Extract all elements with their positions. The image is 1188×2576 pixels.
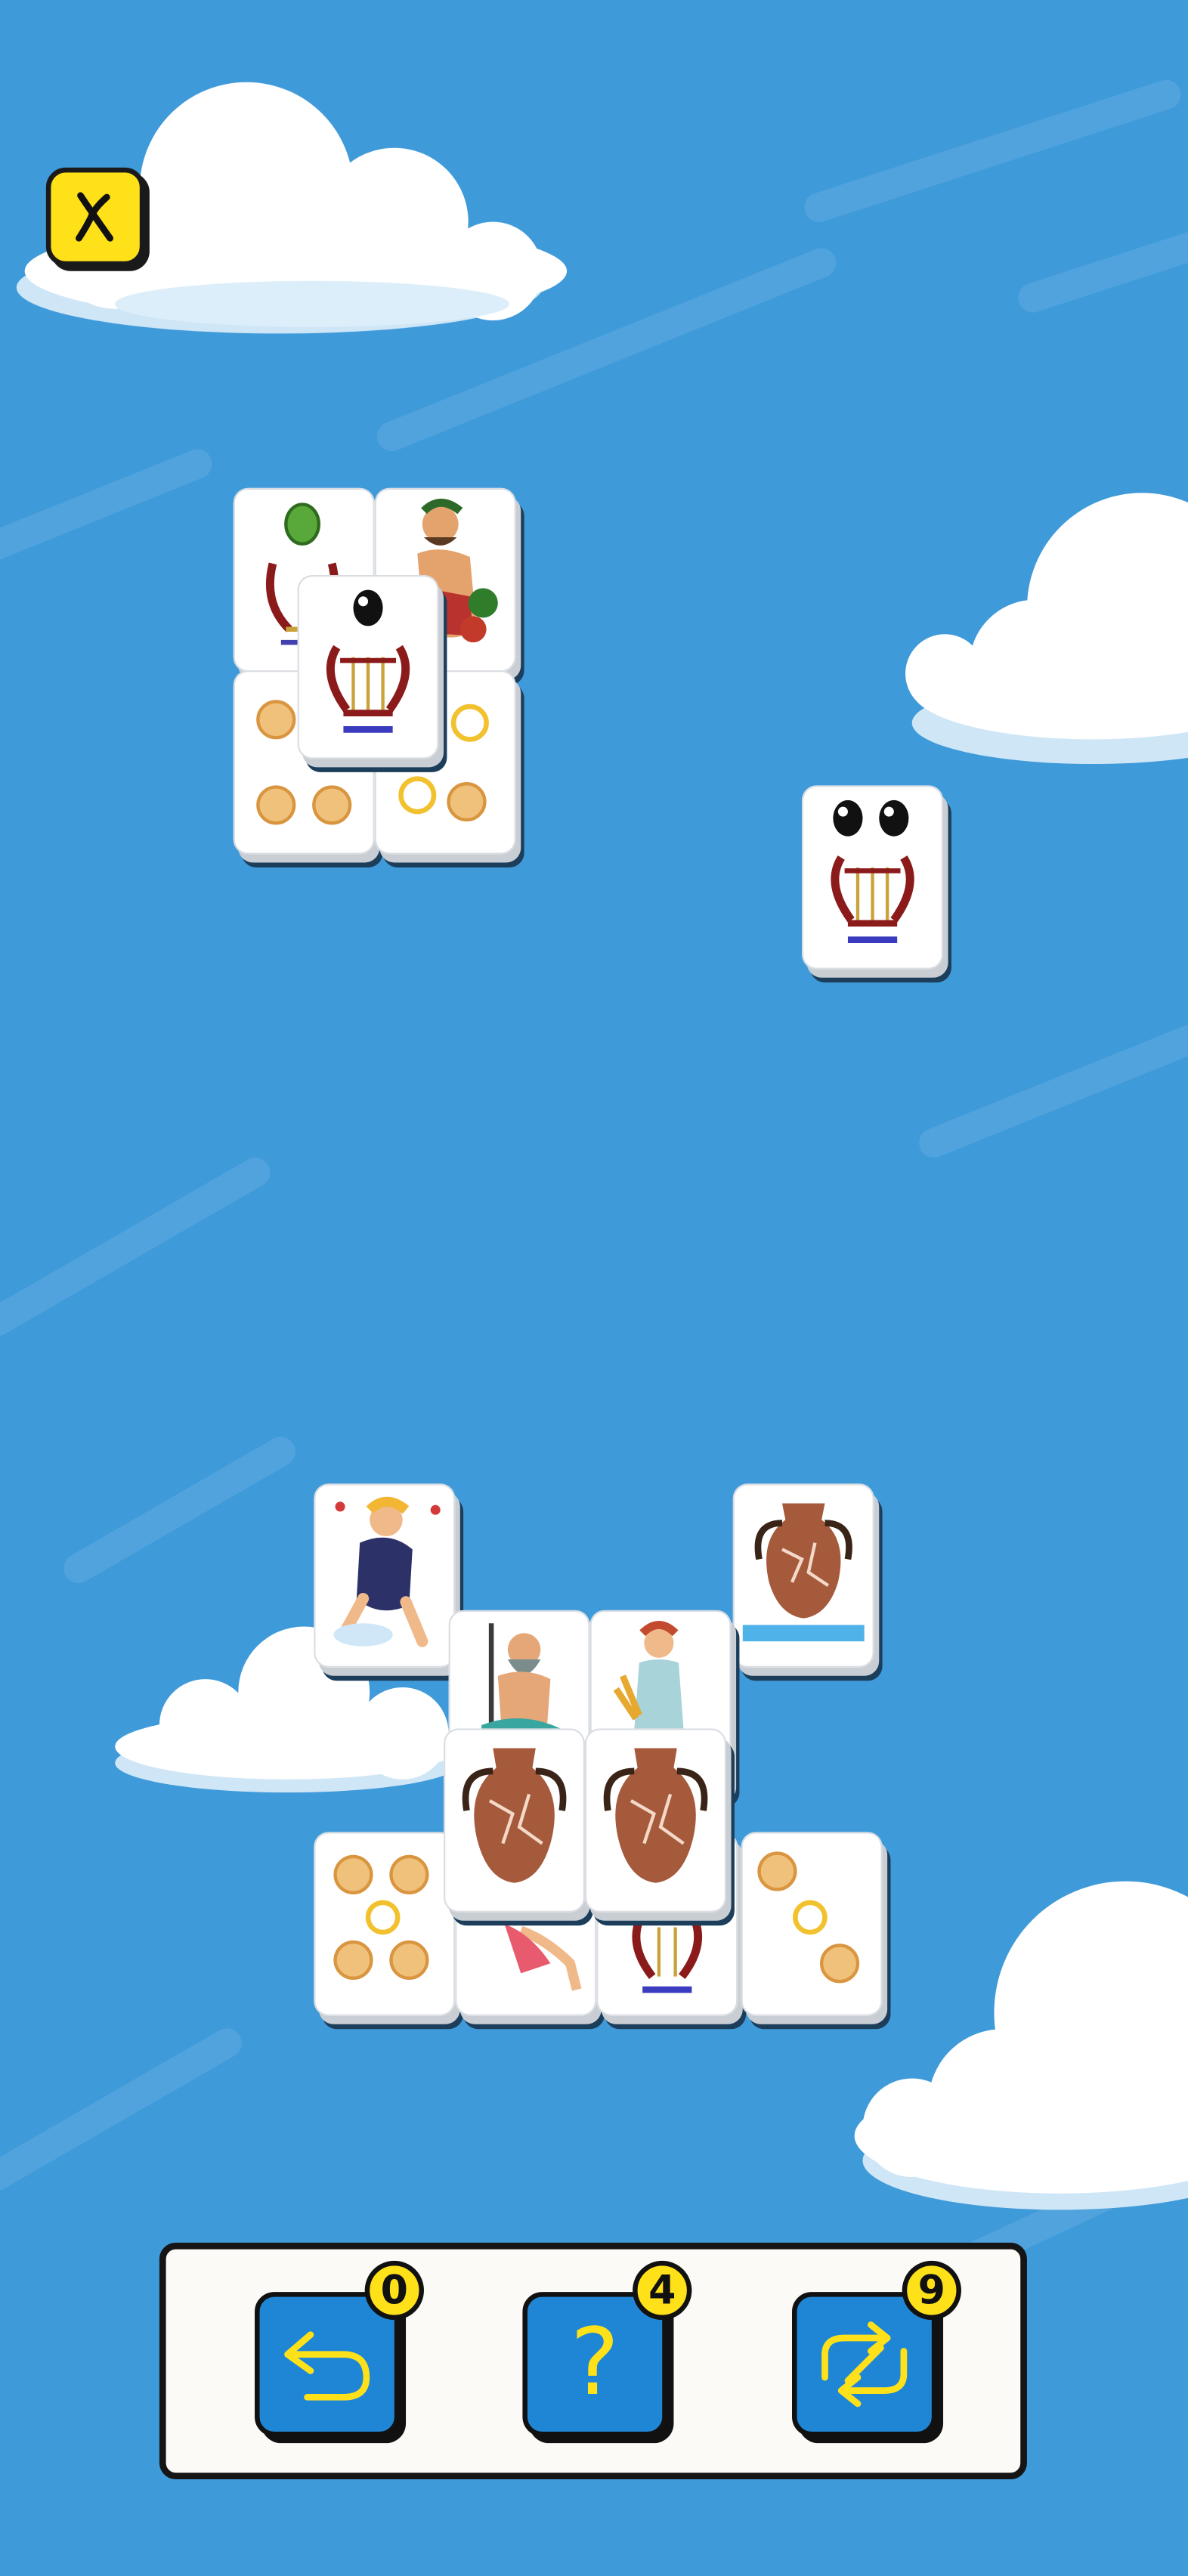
sky-streak bbox=[800, 76, 1185, 227]
lyre-icon bbox=[632, 1919, 703, 1993]
hint-count-badge: 4 bbox=[633, 2260, 692, 2321]
sky-streak bbox=[1014, 217, 1188, 317]
tile-amphora[interactable] bbox=[444, 1728, 586, 1913]
close-button[interactable] bbox=[45, 167, 145, 267]
sky-streak bbox=[914, 1011, 1188, 1162]
undo-count-badge: 0 bbox=[364, 2260, 424, 2321]
tile-lyre-one[interactable] bbox=[297, 575, 439, 759]
amphora-icon bbox=[462, 1748, 567, 1883]
tile-amphora[interactable] bbox=[732, 1483, 874, 1668]
sky-streak bbox=[0, 1152, 276, 1342]
hint-icon: ? bbox=[570, 2310, 620, 2417]
shuffle-count-badge: 9 bbox=[902, 2260, 961, 2321]
tile-amphora[interactable] bbox=[585, 1728, 727, 1913]
shuffle-icon bbox=[821, 2321, 908, 2407]
undo-icon bbox=[284, 2331, 370, 2401]
sky-streak bbox=[0, 444, 217, 571]
tile-coins-5[interactable] bbox=[314, 1832, 456, 2016]
lyre-icon bbox=[326, 645, 410, 733]
tile-lyre-two[interactable] bbox=[802, 785, 944, 969]
tile-god-zodiac[interactable] bbox=[314, 1483, 456, 1668]
cloud bbox=[854, 1881, 1188, 2210]
sky-streak bbox=[0, 2023, 247, 2197]
close-icon bbox=[76, 192, 114, 242]
cloud bbox=[905, 493, 1188, 765]
amphora-icon bbox=[603, 1748, 708, 1883]
sky-streak bbox=[58, 1431, 302, 1589]
tile-coins-3[interactable] bbox=[741, 1832, 883, 2016]
amphora-icon bbox=[754, 1503, 852, 1619]
lyre-icon bbox=[831, 855, 914, 944]
